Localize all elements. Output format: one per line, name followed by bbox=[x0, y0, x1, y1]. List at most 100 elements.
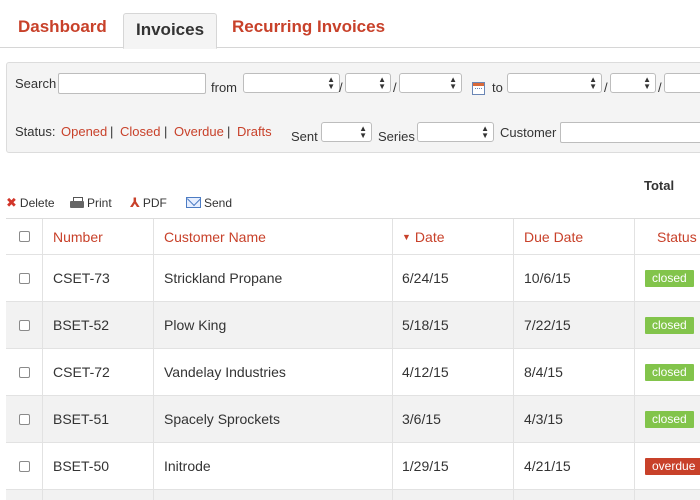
row-select-cell bbox=[19, 302, 30, 348]
row-checkbox[interactable] bbox=[19, 460, 30, 472]
invoice-number: CSET-73 bbox=[53, 270, 110, 286]
tab-bar: Dashboard Invoices Recurring Invoices bbox=[0, 0, 700, 49]
table-row[interactable]: BSET-50 Initrode 1/29/15 4/21/15 overdue bbox=[6, 443, 700, 490]
send-label: Send bbox=[204, 195, 233, 210]
from-year-select[interactable]: ▲ ▼ bbox=[399, 73, 462, 93]
search-input[interactable] bbox=[58, 73, 206, 94]
pdf-icon: ⅄ bbox=[130, 195, 140, 210]
header-customer-name[interactable]: Customer Name bbox=[164, 219, 266, 254]
invoice-number: BSET-52 bbox=[53, 317, 110, 333]
from-label: from bbox=[211, 80, 237, 95]
pdf-label: PDF bbox=[142, 196, 167, 210]
select-all-cell bbox=[19, 219, 30, 254]
sent-select[interactable]: ▲ ▼ bbox=[321, 122, 372, 142]
filter-panel: Search from ▲ ▼ / ▲ ▼ / ▲ ▼ to ▲ ▼ / ▲ ▼ / St… bbox=[6, 62, 700, 153]
total-label: Total bbox=[644, 178, 675, 193]
to-day-select[interactable]: ▲ ▼ bbox=[610, 73, 656, 93]
status-link-opened[interactable]: Opened bbox=[61, 124, 107, 139]
header-due-date[interactable]: Due Date bbox=[524, 219, 583, 254]
print-button[interactable]: Print bbox=[70, 195, 112, 210]
from-day-select[interactable]: ▲ ▼ bbox=[345, 73, 391, 93]
due-date: 4/21/15 bbox=[524, 458, 571, 474]
row-checkbox[interactable] bbox=[19, 366, 30, 378]
to-month-select[interactable]: ▲ ▼ bbox=[507, 73, 602, 93]
status-cell: closed bbox=[645, 349, 694, 395]
calendar-icon[interactable] bbox=[472, 82, 485, 95]
row-checkbox[interactable] bbox=[19, 319, 30, 331]
customer-name: Plow King bbox=[164, 317, 227, 333]
status-cell: overdue bbox=[645, 443, 700, 489]
tab-dashboard[interactable]: Dashboard bbox=[18, 14, 107, 48]
status-link-closed[interactable]: Closed bbox=[120, 124, 160, 139]
status-cell: closed bbox=[645, 302, 694, 348]
table-row[interactable]: BSET-52 Plow King 5/18/15 7/22/15 closed bbox=[6, 302, 700, 349]
customer-input[interactable] bbox=[560, 122, 700, 143]
select-arrows-icon: ▲ ▼ bbox=[449, 75, 457, 91]
invoice-date: 4/12/15 bbox=[402, 364, 449, 380]
invoice-number: CSET-72 bbox=[53, 364, 110, 380]
delete-button[interactable]: ✖ Delete bbox=[6, 195, 55, 210]
header-date-label: Date bbox=[414, 228, 445, 245]
due-date: 7/22/15 bbox=[524, 317, 571, 333]
header-status[interactable]: Status bbox=[657, 219, 697, 254]
series-label: Series bbox=[378, 129, 415, 144]
invoice-date: 1/29/15 bbox=[402, 458, 449, 474]
select-arrows-icon: ▲ ▼ bbox=[589, 75, 597, 91]
pdf-button[interactable]: ⅄ PDF bbox=[130, 195, 167, 210]
tab-invoices[interactable]: Invoices bbox=[123, 13, 218, 49]
from-month-select[interactable]: ▲ ▼ bbox=[243, 73, 340, 93]
search-label: Search bbox=[15, 76, 57, 91]
invoice-date: 6/24/15 bbox=[402, 270, 449, 286]
status-badge: overdue bbox=[645, 457, 700, 475]
due-date: 4/3/15 bbox=[524, 411, 563, 427]
select-arrows-icon: ▲ ▼ bbox=[481, 124, 489, 140]
status-badge: closed bbox=[645, 410, 694, 428]
status-badge: closed bbox=[645, 363, 694, 381]
date-separator: / bbox=[658, 80, 662, 95]
status-cell: closed bbox=[645, 255, 694, 301]
sort-down-icon: ▼ bbox=[402, 231, 411, 242]
row-select-cell bbox=[19, 349, 30, 395]
status-badge: closed bbox=[645, 269, 694, 287]
invoice-number: BSET-51 bbox=[53, 411, 110, 427]
table-header-row: Number Customer Name ▼ Date Due Date Stat… bbox=[6, 219, 700, 255]
date-separator: / bbox=[393, 80, 397, 95]
header-number[interactable]: Number bbox=[53, 219, 103, 254]
series-select[interactable]: ▲ ▼ bbox=[417, 122, 494, 142]
invoice-date: 3/6/15 bbox=[402, 411, 441, 427]
due-date: 8/4/15 bbox=[524, 364, 563, 380]
row-checkbox[interactable] bbox=[19, 413, 30, 425]
delete-icon: ✖ bbox=[6, 195, 17, 210]
table-row[interactable]: BSET-51 Spacely Sprockets 3/6/15 4/3/15 … bbox=[6, 396, 700, 443]
date-separator: / bbox=[339, 80, 343, 95]
due-date: 10/6/15 bbox=[524, 270, 571, 286]
status-label: Status: bbox=[15, 124, 56, 139]
mail-icon bbox=[186, 197, 201, 209]
tab-recurring-invoices[interactable]: Recurring Invoices bbox=[232, 14, 385, 48]
customer-name: Spacely Sprockets bbox=[164, 411, 280, 427]
row-select-cell bbox=[19, 396, 30, 442]
header-date[interactable]: ▼ Date bbox=[402, 219, 445, 254]
status-link-overdue[interactable]: Overdue bbox=[174, 124, 224, 139]
send-button[interactable]: Send bbox=[186, 195, 233, 210]
table-row[interactable]: CSET-72 Vandelay Industries 4/12/15 8/4/… bbox=[6, 349, 700, 396]
row-select-cell bbox=[19, 255, 30, 301]
status-link-drafts[interactable]: Drafts bbox=[237, 124, 272, 139]
to-year-select[interactable] bbox=[664, 73, 700, 93]
printer-icon bbox=[70, 196, 84, 209]
invoices-table: Number Customer Name ▼ Date Due Date Stat… bbox=[6, 218, 700, 500]
status-badge: closed bbox=[645, 316, 694, 334]
table-row bbox=[6, 490, 700, 500]
select-arrows-icon: ▲ ▼ bbox=[359, 124, 367, 140]
status-cell: closed bbox=[645, 396, 694, 442]
select-arrows-icon: ▲ ▼ bbox=[327, 75, 335, 91]
customer-name: Initrode bbox=[164, 458, 211, 474]
print-label: Print bbox=[87, 195, 112, 210]
row-checkbox[interactable] bbox=[19, 272, 30, 284]
to-label: to bbox=[492, 80, 503, 95]
select-all-checkbox[interactable] bbox=[19, 231, 30, 242]
invoice-date: 5/18/15 bbox=[402, 317, 449, 333]
customer-label: Customer bbox=[500, 125, 557, 140]
status-separator: | bbox=[227, 124, 231, 139]
table-row[interactable]: CSET-73 Strickland Propane 6/24/15 10/6/… bbox=[6, 255, 700, 302]
